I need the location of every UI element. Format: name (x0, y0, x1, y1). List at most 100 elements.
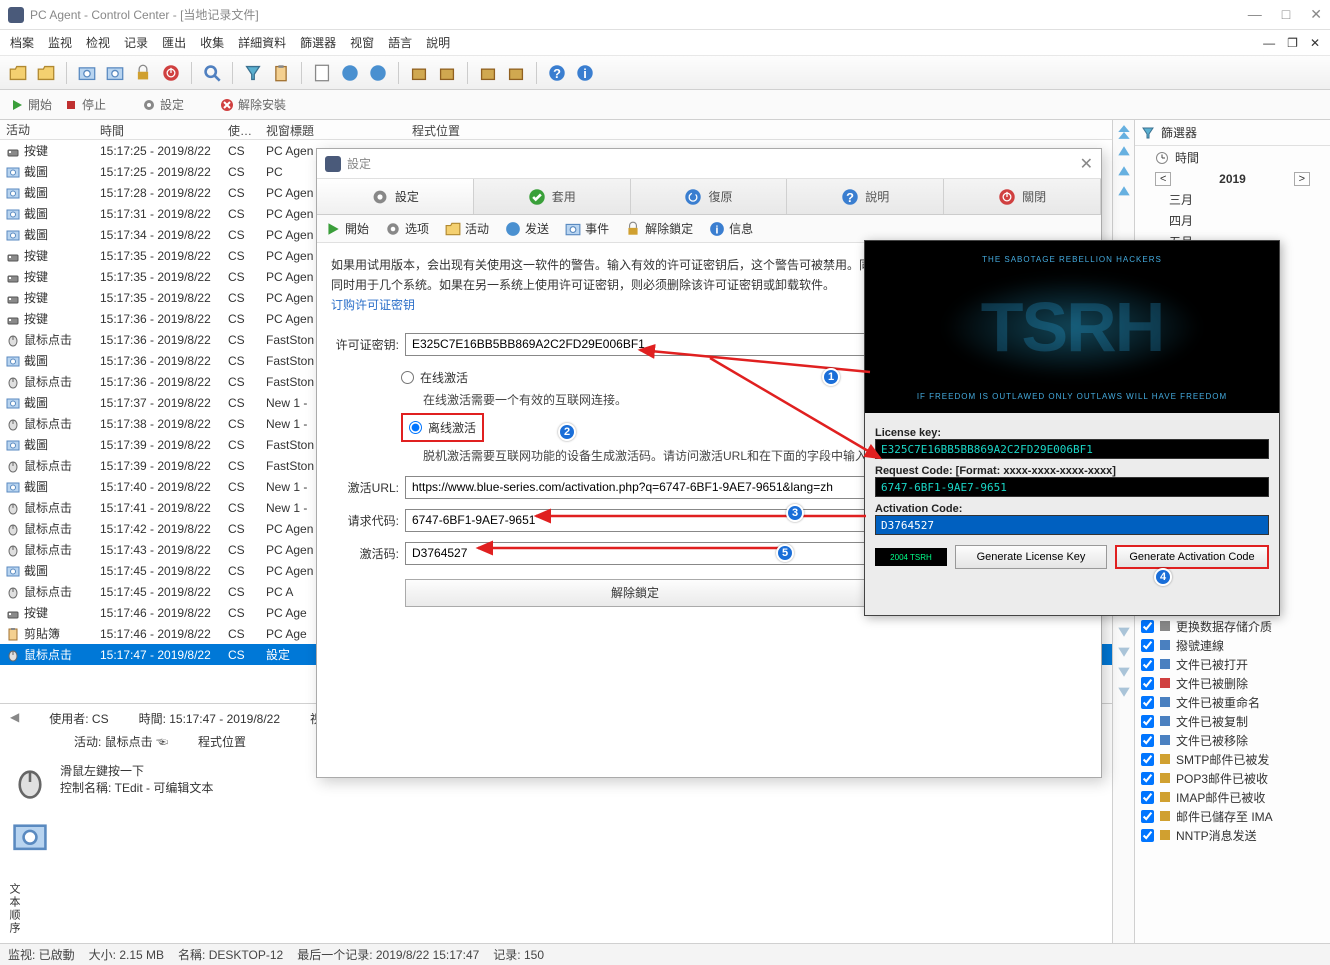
detail-line1: 滑鼠左鍵按一下 (60, 762, 213, 779)
mdi-minimize[interactable]: — (1263, 36, 1275, 50)
nav-up3-icon[interactable] (1116, 184, 1132, 200)
tb-search-icon[interactable] (200, 61, 224, 85)
menu-lang[interactable]: 語言 (388, 34, 412, 51)
dialog-close[interactable]: ✕ (1080, 154, 1093, 174)
stop-button[interactable]: 停止 (64, 96, 106, 113)
filter-check-item[interactable]: 撥號連線 (1135, 636, 1330, 655)
filter-check-item[interactable]: POP3邮件已被收 (1135, 769, 1330, 788)
gen-license-button[interactable]: Generate License Key (955, 545, 1107, 569)
col-loc[interactable]: 程式位置 (406, 120, 1112, 139)
tb-box4-icon[interactable] (504, 61, 528, 85)
vertical-label: 文本顺序 (6, 883, 22, 935)
dtb-send[interactable]: 发送 (505, 220, 549, 237)
tb-box3-icon[interactable] (476, 61, 500, 85)
close-button[interactable]: ✕ (1310, 6, 1322, 23)
filter-check-item[interactable]: 文件已被打开 (1135, 655, 1330, 674)
tb-snap-icon[interactable] (75, 61, 99, 85)
tb-info-icon[interactable] (573, 61, 597, 85)
tb-power-icon[interactable] (159, 61, 183, 85)
lic-field[interactable] (875, 439, 1269, 459)
settings-button[interactable]: 設定 (142, 96, 184, 113)
menu-details[interactable]: 詳細資料 (238, 34, 286, 51)
uninstall-button[interactable]: 解除安裝 (220, 96, 286, 113)
buy-link[interactable]: 订购许可证密钥 (331, 298, 415, 312)
menu-help[interactable]: 說明 (426, 34, 450, 51)
menu-monitor[interactable]: 监视 (48, 34, 72, 51)
filter-time[interactable]: 時間 (1135, 146, 1330, 169)
tb-clip-icon[interactable] (269, 61, 293, 85)
tab-help[interactable]: 說明 (787, 179, 944, 214)
unlock-button[interactable]: 解除鎖定 (405, 579, 865, 607)
dtb-events[interactable]: 事件 (565, 220, 609, 237)
month-item[interactable]: 三月 (1135, 189, 1330, 210)
tb-globe2-icon[interactable] (366, 61, 390, 85)
secondary-toolbar: 開始 停止 設定 解除安裝 (0, 90, 1330, 120)
tb-folder2-icon[interactable] (34, 61, 58, 85)
tb-funnel-icon[interactable] (241, 61, 265, 85)
nav-dn2-icon[interactable] (1116, 643, 1132, 659)
tb-globe-icon[interactable] (338, 61, 362, 85)
filter-checklist: 電源狀態更换数据存储介质撥號連線文件已被打开文件已被删除文件已被重命名文件已被复… (1135, 596, 1330, 944)
maximize-button[interactable]: □ (1282, 6, 1290, 23)
tb-snap2-icon[interactable] (103, 61, 127, 85)
menu-view[interactable]: 检视 (86, 34, 110, 51)
dtb-activity[interactable]: 活动 (445, 220, 489, 237)
tab-restore[interactable]: 復原 (631, 179, 788, 214)
filter-check-item[interactable]: 文件已被移除 (1135, 731, 1330, 750)
menu-window[interactable]: 视窗 (350, 34, 374, 51)
filter-check-item[interactable]: NNTP消息发送 (1135, 826, 1330, 845)
col-user[interactable]: 使用者 (222, 120, 260, 139)
tb-lock-icon[interactable] (131, 61, 155, 85)
menu-record[interactable]: 记录 (124, 34, 148, 51)
filter-check-item[interactable]: 文件已被复制 (1135, 712, 1330, 731)
tb-box2-icon[interactable] (435, 61, 459, 85)
col-activity[interactable]: 活动 (0, 120, 94, 139)
detail-activity: 活动: 鼠标点击 ☜ (74, 733, 168, 750)
filter-check-item[interactable]: 更换数据存储介质 (1135, 617, 1330, 636)
act-field[interactable] (875, 515, 1269, 535)
tb-box-icon[interactable] (407, 61, 431, 85)
tb-folder-icon[interactable] (6, 61, 30, 85)
nav-dn3-icon[interactable] (1116, 663, 1132, 679)
step-3: 3 (786, 504, 804, 522)
nav-bot-icon[interactable] (1116, 683, 1132, 699)
year-next[interactable]: > (1294, 172, 1310, 186)
col-wtitle[interactable]: 视窗標題 (260, 120, 406, 139)
minimize-button[interactable]: — (1248, 6, 1262, 23)
filter-header[interactable]: 篩選器 (1135, 120, 1330, 146)
mdi-restore[interactable]: ❐ (1287, 36, 1298, 50)
menu-collect[interactable]: 收集 (200, 34, 224, 51)
detail-line2: 控制名稱: TEdit - 可编辑文本 (60, 779, 213, 796)
filter-check-item[interactable]: IMAP邮件已被收 (1135, 788, 1330, 807)
menu-file[interactable]: 档案 (10, 34, 34, 51)
nav-up2-icon[interactable] (1116, 164, 1132, 180)
nav-dn-icon[interactable] (1116, 623, 1132, 639)
req-label: Request Code: [Format: xxxx-xxxx-xxxx-xx… (875, 465, 1269, 477)
tab-settings[interactable]: 設定 (317, 179, 474, 214)
dtb-info[interactable]: 信息 (709, 220, 753, 237)
dtb-options[interactable]: 选项 (385, 220, 429, 237)
mdi-close[interactable]: ✕ (1310, 36, 1320, 50)
tab-close[interactable]: 關閉 (944, 179, 1101, 214)
month-item[interactable]: 四月 (1135, 210, 1330, 231)
dtb-start[interactable]: 開始 (325, 220, 369, 237)
radio-offline[interactable]: 离线激活 (401, 413, 484, 442)
filter-check-item[interactable]: 文件已被删除 (1135, 674, 1330, 693)
filter-check-item[interactable]: 文件已被重命名 (1135, 693, 1330, 712)
col-time[interactable]: 時間 (94, 120, 222, 139)
filter-check-item[interactable]: SMTP邮件已被发 (1135, 750, 1330, 769)
menu-filter[interactable]: 篩選器 (300, 34, 336, 51)
tab-apply[interactable]: 套用 (474, 179, 631, 214)
tb-help-icon[interactable] (545, 61, 569, 85)
tb-doc-icon[interactable] (310, 61, 334, 85)
menu-export[interactable]: 匯出 (162, 34, 186, 51)
req-field[interactable] (875, 477, 1269, 497)
nav-top-icon[interactable] (1116, 124, 1132, 140)
gen-activation-button[interactable]: Generate Activation Code (1115, 545, 1269, 569)
year-prev[interactable]: < (1155, 172, 1171, 186)
filter-check-item[interactable]: 邮件已儲存至 IMA (1135, 807, 1330, 826)
dtb-unlock[interactable]: 解除鎖定 (625, 220, 693, 237)
activation-url-label: 激活URL: (331, 479, 399, 496)
nav-up-icon[interactable] (1116, 144, 1132, 160)
start-button[interactable]: 開始 (10, 96, 52, 113)
